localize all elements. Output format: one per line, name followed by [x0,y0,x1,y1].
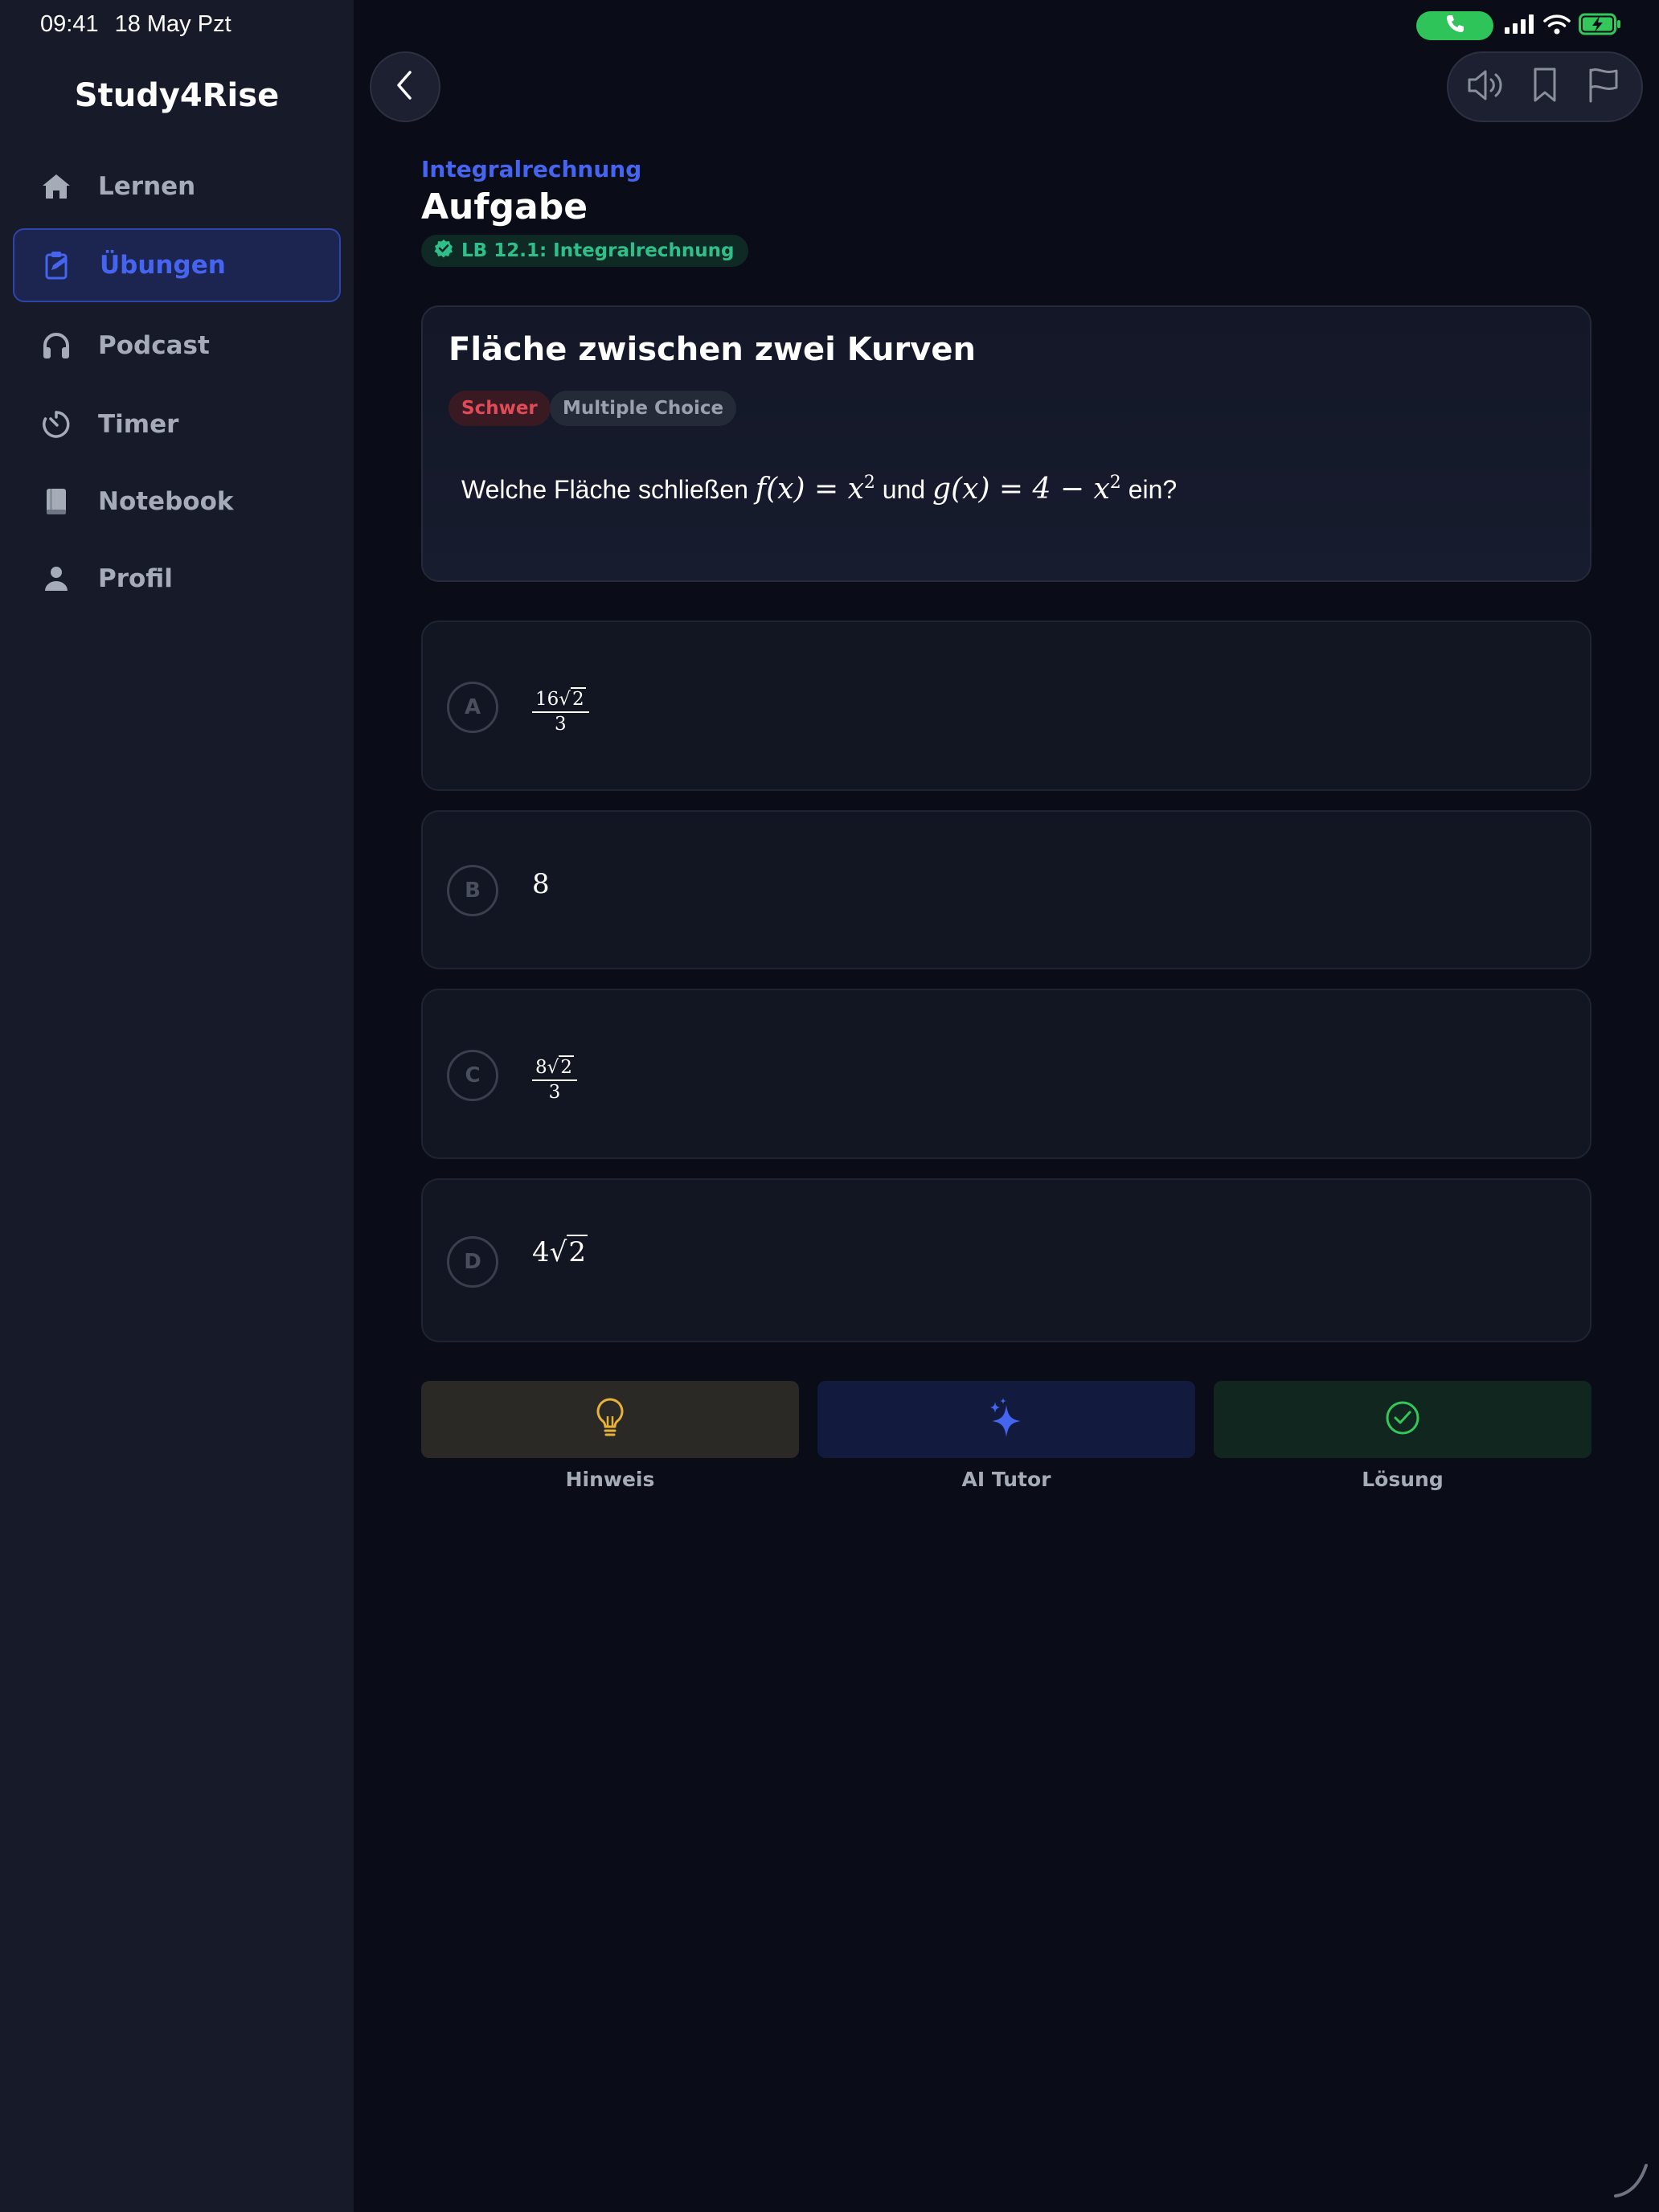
fraction: 8√2 3 [532,1055,577,1104]
question-text-suffix: ein? [1128,475,1178,504]
question-text: Welche Fläche schließen f(x) = x2 und g(… [461,473,1177,506]
status-date: 18 May Pzt [114,11,231,37]
category-label: Integralrechnung [421,156,642,182]
sidebar-item-uebungen[interactable]: Übungen [13,228,341,302]
sidebar-item-timer[interactable]: Timer [13,387,341,461]
battery-charging-icon [1579,13,1622,39]
status-clock: 09:41 [40,11,99,37]
answer-option-b[interactable]: B 8 [421,810,1591,969]
bookmark-icon [1531,67,1559,107]
option-value: 8√2 3 [532,1048,577,1104]
radicand: 2 [567,1235,588,1268]
sidebar-item-label: Lernen [98,172,196,201]
home-icon [40,170,72,203]
curriculum-badge: LB 12.1: Integralrechnung [421,235,749,267]
sidebar-item-notebook[interactable]: Notebook [13,465,341,539]
sidebar-item-label: Profil [98,564,173,593]
sidebar: 09:41 18 May Pzt Study4Rise Lernen Übunge… [0,0,354,2212]
ai-tutor-button[interactable] [817,1381,1195,1458]
ai-tutor-label: AI Tutor [961,1468,1051,1491]
question-type-badge: Multiple Choice [550,391,737,426]
function-g: g(x) = 4 − x2 [932,473,1121,506]
square-root: √2 [547,1055,574,1078]
exponent: 2 [1109,473,1121,493]
function-g-expr: g(x) = 4 − x [932,473,1110,506]
wifi-icon [1543,14,1571,38]
option-letter: C [447,1050,498,1101]
status-time: 09:41 18 May Pzt [40,11,248,38]
flag-icon [1586,67,1621,107]
question-text-conjunction: und [882,475,926,504]
denominator: 3 [548,1082,561,1104]
question-card: Fläche zwischen zwei Kurven Schwer Multi… [421,305,1591,582]
timer-icon [40,408,72,440]
difficulty-badge: Schwer [449,391,551,426]
headphones-icon [40,330,72,362]
read-aloud-button[interactable] [1462,63,1510,111]
app-brand: Study4Rise [74,77,280,114]
active-call-indicator[interactable] [1416,11,1493,40]
coefficient: 4 [532,1236,550,1268]
answer-option-a[interactable]: A 16√2 3 [421,621,1591,791]
sidebar-item-label: Podcast [98,331,210,360]
sidebar-item-label: Timer [98,410,179,439]
radicand: 2 [559,1055,574,1078]
sidebar-item-profil[interactable]: Profil [13,542,341,616]
sidebar-item-podcast[interactable]: Podcast [13,309,341,383]
verified-check-icon [434,239,453,263]
status-icons [1505,11,1622,40]
answer-option-d[interactable]: D 4√2 [421,1178,1591,1342]
solution-button[interactable] [1214,1381,1591,1458]
speaker-icon [1466,68,1506,106]
report-button[interactable] [1579,63,1628,111]
chevron-left-icon [393,69,417,104]
phone-icon [1444,13,1466,39]
option-letter: A [447,682,498,733]
option-letter: B [447,865,498,916]
clipboard-edit-icon [42,249,74,281]
user-icon [40,563,72,595]
square-root: √2 [549,1235,588,1268]
toolbar-actions [1447,51,1643,122]
cellular-signal-icon [1505,14,1535,37]
curriculum-badge-label: LB 12.1: Integralrechnung [461,240,735,261]
back-button[interactable] [370,51,440,122]
lightbulb-icon [594,1397,626,1442]
sparkles-icon [987,1397,1026,1442]
resize-handle-icon [1612,2162,1649,2202]
function-f: f(x) = x2 [756,473,875,506]
solution-label: Lösung [1362,1468,1444,1491]
sidebar-item-lernen[interactable]: Lernen [13,150,341,223]
hint-label: Hinweis [565,1468,655,1491]
numerator-coefficient: 16 [535,689,559,710]
sidebar-item-label: Notebook [98,487,234,516]
radicand: 2 [570,687,586,710]
option-letter: D [447,1236,498,1288]
fraction: 16√2 3 [532,687,589,735]
bookmark-button[interactable] [1521,63,1569,111]
exponent: 2 [863,473,875,493]
question-text-prefix: Welche Fläche schließen [461,475,748,504]
check-circle-icon [1384,1399,1421,1440]
hint-button[interactable] [421,1381,799,1458]
function-f-expr: f(x) = x [755,473,864,506]
sidebar-item-label: Übungen [100,251,226,280]
numerator-coefficient: 8 [535,1057,547,1078]
option-value: 8 [532,868,550,900]
option-value: 4√2 [532,1235,588,1268]
answer-option-c[interactable]: C 8√2 3 [421,989,1591,1159]
notebook-icon [40,485,72,518]
page-title: Aufgabe [421,186,588,227]
option-value: 16√2 3 [532,680,589,735]
square-root: √2 [559,687,586,710]
denominator: 3 [554,714,567,735]
question-title: Fläche zwischen zwei Kurven [449,331,976,368]
